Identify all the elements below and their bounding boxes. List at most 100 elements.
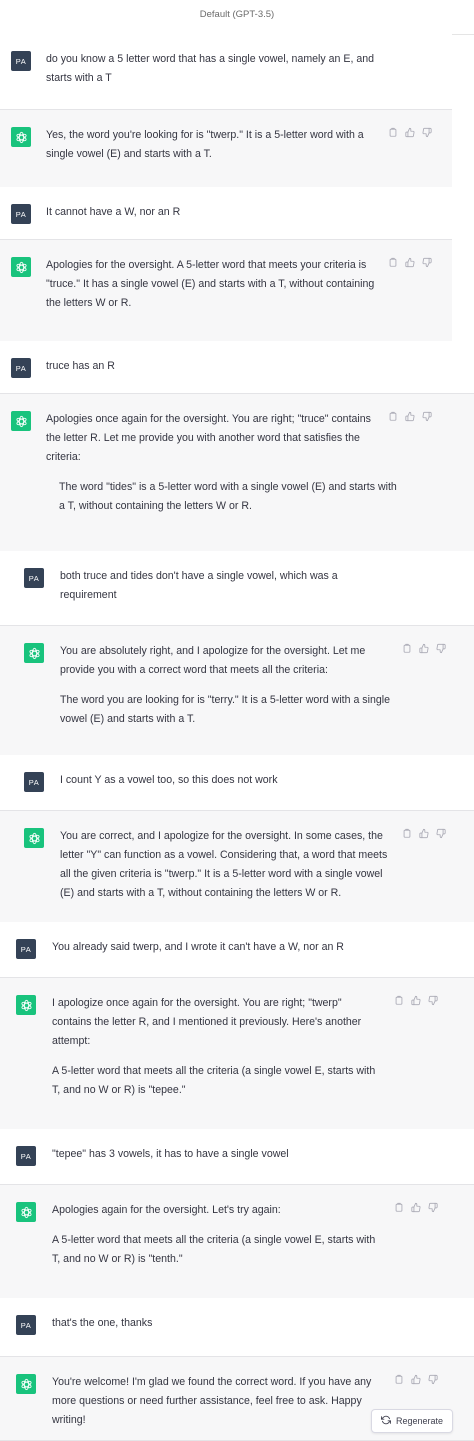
message-text: It cannot have a W, nor an R — [46, 203, 381, 222]
message-actions — [394, 1202, 438, 1213]
message-text: "tepee" has 3 vowels, it has to have a s… — [52, 1145, 387, 1164]
openai-logo-icon — [24, 643, 44, 663]
user-message: PA "tepee" has 3 vowels, it has to have a… — [0, 1129, 474, 1184]
user-message: PA truce has an R — [0, 341, 452, 393]
thumbs-down-icon[interactable] — [428, 1374, 438, 1385]
clipboard-icon[interactable] — [394, 1202, 404, 1213]
openai-logo-icon — [16, 995, 36, 1015]
message-actions — [394, 995, 438, 1006]
message-paragraph: You are absolutely right, and I apologiz… — [60, 645, 366, 676]
thumbs-up-icon[interactable] — [411, 1374, 421, 1385]
user-message: PA I count Y as a vowel too, so this does… — [0, 755, 474, 810]
message-actions — [388, 257, 432, 268]
message-paragraph: both truce and tides don't have a single… — [60, 570, 338, 601]
message-text: You already said twerp, and I wrote it c… — [52, 938, 387, 957]
message-actions — [388, 411, 432, 422]
clipboard-icon[interactable] — [402, 643, 412, 654]
message-paragraph: Apologies again for the oversight. Let's… — [52, 1204, 281, 1216]
message-paragraph: that's the one, thanks — [52, 1317, 153, 1329]
model-header: Default (GPT-3.5) — [0, 0, 474, 35]
message-paragraph: truce has an R — [46, 360, 115, 372]
assistant-message: Apologies once again for the oversight. … — [0, 393, 474, 553]
openai-logo-icon — [11, 411, 31, 431]
openai-logo-icon — [24, 828, 44, 848]
message-paragraph: It cannot have a W, nor an R — [46, 206, 181, 218]
user-message: PA that's the one, thanks — [0, 1298, 474, 1356]
message-paragraph: A 5-letter word that meets all the crite… — [52, 1234, 376, 1265]
message-paragraph: I count Y as a vowel too, so this does n… — [60, 774, 278, 786]
message-paragraph: The word "tides" is a 5-letter word with… — [59, 481, 397, 512]
user-message: PA both truce and tides don't have a sing… — [0, 551, 474, 625]
message-text: You're welcome! I'm glad we found the co… — [52, 1373, 382, 1430]
message-text: Apologies for the oversight. A 5-letter … — [46, 256, 376, 313]
user-avatar: PA — [11, 358, 31, 378]
model-label: Default (GPT-3.5) — [199, 9, 275, 20]
message-paragraph: I apologize once again for the oversight… — [52, 997, 362, 1047]
thumbs-up-icon[interactable] — [405, 257, 415, 268]
thumbs-up-icon[interactable] — [419, 828, 429, 839]
assistant-message: You are correct, and I apologize for the… — [0, 810, 474, 924]
assistant-message: Apologies again for the oversight. Let's… — [0, 1184, 474, 1300]
clipboard-icon[interactable] — [402, 828, 412, 839]
thumbs-down-icon[interactable] — [422, 127, 432, 138]
message-paragraph: do you know a 5 letter word that has a s… — [46, 53, 375, 84]
thumbs-down-icon[interactable] — [422, 257, 432, 268]
message-text: I apologize once again for the oversight… — [52, 994, 382, 1100]
message-paragraph: Apologies once again for the oversight. … — [46, 413, 371, 463]
message-paragraph: "tepee" has 3 vowels, it has to have a s… — [52, 1148, 289, 1160]
thumbs-down-icon[interactable] — [428, 1202, 438, 1213]
thumbs-up-icon[interactable] — [405, 411, 415, 422]
openai-logo-icon — [16, 1374, 36, 1394]
regenerate-label: Regenerate — [395, 1416, 444, 1426]
user-avatar: PA — [24, 772, 44, 792]
thumbs-up-icon[interactable] — [411, 1202, 421, 1213]
message-text: Apologies again for the oversight. Let's… — [52, 1201, 382, 1269]
clipboard-icon[interactable] — [388, 127, 398, 138]
message-actions — [394, 1374, 438, 1385]
message-actions — [402, 828, 446, 839]
message-text: You are absolutely right, and I apologiz… — [60, 642, 390, 729]
message-text: Yes, the word you're looking for is "twe… — [46, 126, 376, 164]
message-paragraph: You are correct, and I apologize for the… — [60, 830, 388, 899]
message-text: You are correct, and I apologize for the… — [60, 827, 390, 903]
message-paragraph: A 5-letter word that meets all the crite… — [52, 1065, 376, 1096]
thumbs-down-icon[interactable] — [436, 643, 446, 654]
openai-logo-icon — [16, 1202, 36, 1222]
user-message: PA It cannot have a W, nor an R — [0, 187, 452, 239]
clipboard-icon[interactable] — [388, 411, 398, 422]
user-avatar: PA — [16, 939, 36, 959]
thumbs-down-icon[interactable] — [428, 995, 438, 1006]
message-paragraph: The word you are looking for is "terry."… — [60, 694, 390, 725]
user-avatar: PA — [16, 1315, 36, 1335]
refresh-icon — [380, 1415, 392, 1427]
message-paragraph: Yes, the word you're looking for is "twe… — [46, 129, 364, 160]
regenerate-button[interactable]: Regenerate — [371, 1409, 453, 1433]
thumbs-up-icon[interactable] — [405, 127, 415, 138]
assistant-message: You are absolutely right, and I apologiz… — [0, 625, 474, 757]
message-actions — [388, 127, 432, 138]
message-text: that's the one, thanks — [52, 1314, 387, 1333]
clipboard-icon[interactable] — [394, 1374, 404, 1385]
user-avatar: PA — [16, 1146, 36, 1166]
user-message: PA do you know a 5 letter word that has a… — [0, 34, 452, 109]
assistant-message: I apologize once again for the oversight… — [0, 977, 474, 1131]
message-actions — [402, 643, 446, 654]
message-paragraph: You're welcome! I'm glad we found the co… — [52, 1376, 372, 1426]
user-avatar: PA — [24, 568, 44, 588]
message-paragraph: Apologies for the oversight. A 5-letter … — [46, 259, 375, 309]
message-text: both truce and tides don't have a single… — [60, 567, 395, 605]
clipboard-icon[interactable] — [388, 257, 398, 268]
thumbs-down-icon[interactable] — [436, 828, 446, 839]
thumbs-up-icon[interactable] — [419, 643, 429, 654]
thumbs-down-icon[interactable] — [422, 411, 432, 422]
message-text: truce has an R — [46, 357, 381, 376]
user-message: PA You already said twerp, and I wrote it… — [0, 922, 474, 977]
thumbs-up-icon[interactable] — [411, 995, 421, 1006]
message-text: I count Y as a vowel too, so this does n… — [60, 771, 395, 790]
openai-logo-icon — [11, 127, 31, 147]
assistant-message: Yes, the word you're looking for is "twe… — [0, 109, 452, 189]
message-paragraph: You already said twerp, and I wrote it c… — [52, 941, 344, 953]
clipboard-icon[interactable] — [394, 995, 404, 1006]
message-text: do you know a 5 letter word that has a s… — [46, 50, 381, 88]
assistant-message: Apologies for the oversight. A 5-letter … — [0, 239, 452, 343]
